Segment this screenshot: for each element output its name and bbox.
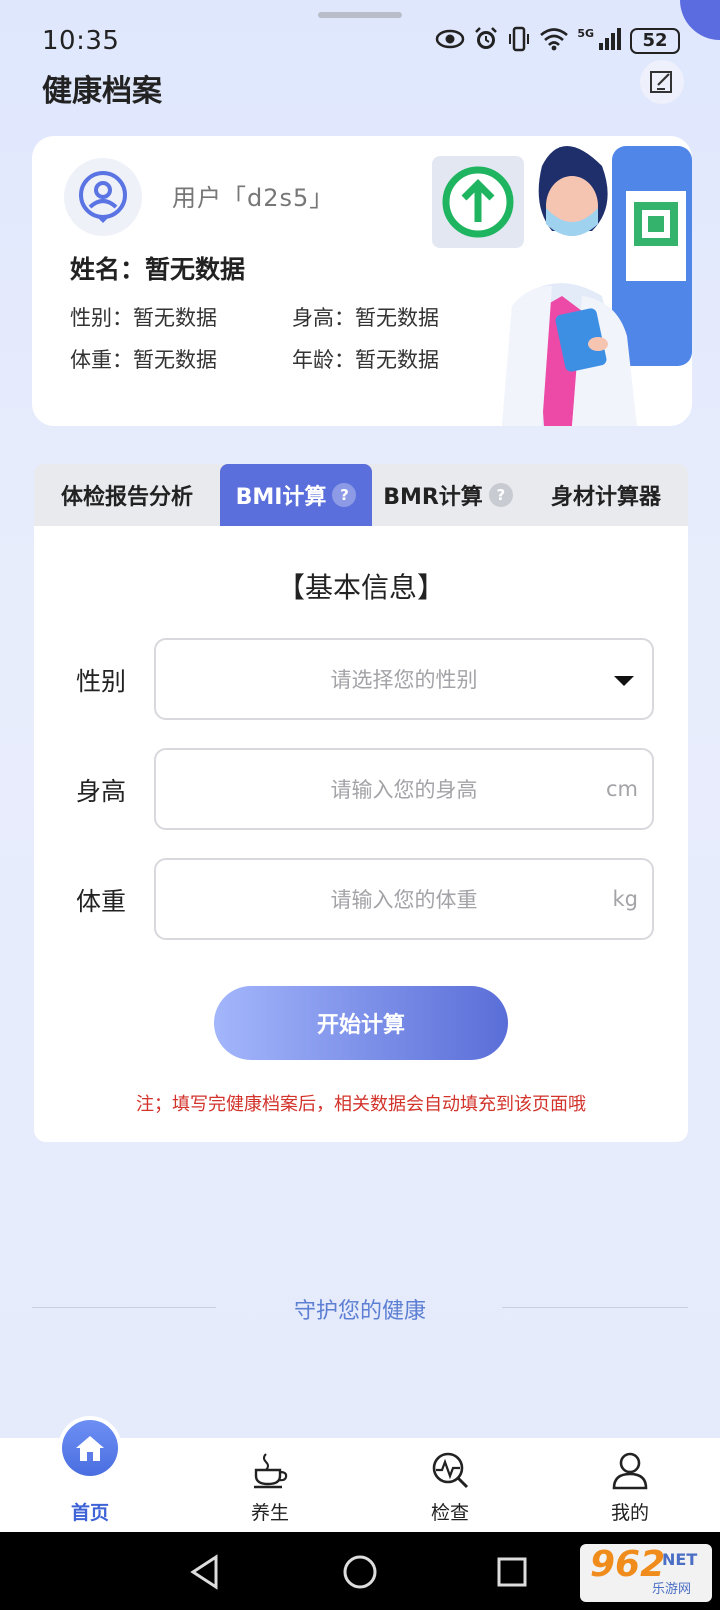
- avatar[interactable]: [64, 158, 142, 236]
- height-input[interactable]: 请输入您的身高 cm: [154, 748, 654, 830]
- recents-icon[interactable]: [496, 1556, 528, 1588]
- tea-cup-icon: [254, 1453, 288, 1489]
- weight-label: 体重: [76, 887, 127, 916]
- gender-select[interactable]: 请选择您的性别: [154, 638, 654, 720]
- nav-label: 养生: [250, 1502, 289, 1524]
- slogan: 守护您的健康: [293, 1299, 426, 1324]
- height-unit: cm: [605, 777, 638, 801]
- tab-body-calculator[interactable]: 身材计算器: [524, 464, 688, 526]
- watermark-net: NET: [662, 1550, 698, 1569]
- drag-handle: [318, 12, 402, 18]
- help-icon[interactable]: ?: [488, 483, 513, 507]
- profile-card[interactable]: 用户「d2s5」 姓名：暂无数据 性别：暂无数据 身高：暂无数据 体重：暂无数据…: [32, 136, 692, 426]
- doctor-illustration: [432, 146, 692, 426]
- section-title: 【基本信息】: [276, 571, 445, 604]
- weight-input[interactable]: 请输入您的体重 kg: [154, 858, 654, 940]
- profile-name: 姓名：暂无数据: [70, 255, 246, 284]
- start-calculation-button[interactable]: 开始计算: [214, 986, 508, 1060]
- back-icon[interactable]: [188, 1554, 222, 1590]
- chevron-down-icon: [614, 676, 634, 686]
- help-icon[interactable]: ?: [332, 483, 357, 507]
- height-placeholder: 请输入您的身高: [330, 778, 478, 802]
- tab-report-analysis[interactable]: 体检报告分析: [34, 464, 220, 526]
- wifi-icon: [539, 27, 569, 55]
- bottom-navigation: 首页 养生 检查 我的: [0, 1416, 720, 1532]
- nav-mine[interactable]: 我的: [540, 1438, 720, 1532]
- nav-check[interactable]: 检查: [360, 1438, 540, 1532]
- tab-bmi[interactable]: BMI计算 ?: [220, 464, 372, 526]
- tab-label: BMR计算: [383, 485, 483, 510]
- home-nav-icon[interactable]: [342, 1554, 378, 1590]
- info-row-2: 体重：暂无数据 年龄：暂无数据: [70, 344, 492, 374]
- gender-placeholder: 请选择您的性别: [330, 668, 478, 692]
- status-icons: 5G 52: [435, 26, 680, 56]
- battery-indicator: 52: [630, 28, 680, 54]
- page-title: 健康档案: [42, 74, 162, 109]
- edit-profile-button[interactable]: [640, 60, 684, 104]
- watermark-site: 乐游网: [652, 1582, 692, 1597]
- tab-label: 体检报告分析: [60, 485, 193, 510]
- user-avatar-icon: [79, 171, 127, 223]
- height-label: 身高: [76, 777, 127, 806]
- home-icon: [62, 1420, 118, 1476]
- health-check-icon: [432, 1452, 469, 1489]
- calculator-tabs: 体检报告分析 BMI计算 ? BMR计算 ? 身材计算器: [34, 464, 688, 526]
- tab-label: 身材计算器: [550, 485, 661, 510]
- nav-label: 我的: [610, 1502, 649, 1524]
- username: 用户「d2s5」: [172, 184, 335, 212]
- nav-home[interactable]: 首页: [0, 1416, 180, 1532]
- weight-unit: kg: [612, 887, 639, 911]
- tab-bmr[interactable]: BMR计算 ?: [372, 464, 524, 526]
- profile-weight: 体重：暂无数据: [70, 348, 217, 372]
- info-row-1: 性别：暂无数据 身高：暂无数据: [70, 302, 492, 332]
- edit-icon: [650, 71, 672, 93]
- signal-icon: [598, 27, 622, 55]
- vibrate-icon: [507, 26, 531, 56]
- site-watermark-logo: 962 NET 乐游网: [580, 1544, 712, 1602]
- nav-label: 检查: [430, 1502, 469, 1524]
- gender-label: 性别: [76, 667, 127, 696]
- eye-icon: [435, 28, 465, 54]
- tab-label: BMI计算: [235, 485, 327, 510]
- alarm-icon: [473, 26, 499, 56]
- nav-health[interactable]: 养生: [180, 1438, 360, 1532]
- status-time: 10:35: [42, 26, 120, 56]
- profile-gender: 性别：暂无数据: [70, 306, 217, 330]
- bmi-form: 【基本信息】 性别 请选择您的性别 身高 请输入您的身高 cm 体重 请输入您的…: [34, 526, 688, 1142]
- profile-icon: [612, 1452, 648, 1490]
- autofill-note: 注；填写完健康档案后，相关数据会自动填充到该页面哦: [136, 1094, 586, 1115]
- network-type: 5G: [577, 26, 594, 40]
- weight-placeholder: 请输入您的体重: [330, 888, 478, 912]
- nav-label: 首页: [70, 1502, 109, 1524]
